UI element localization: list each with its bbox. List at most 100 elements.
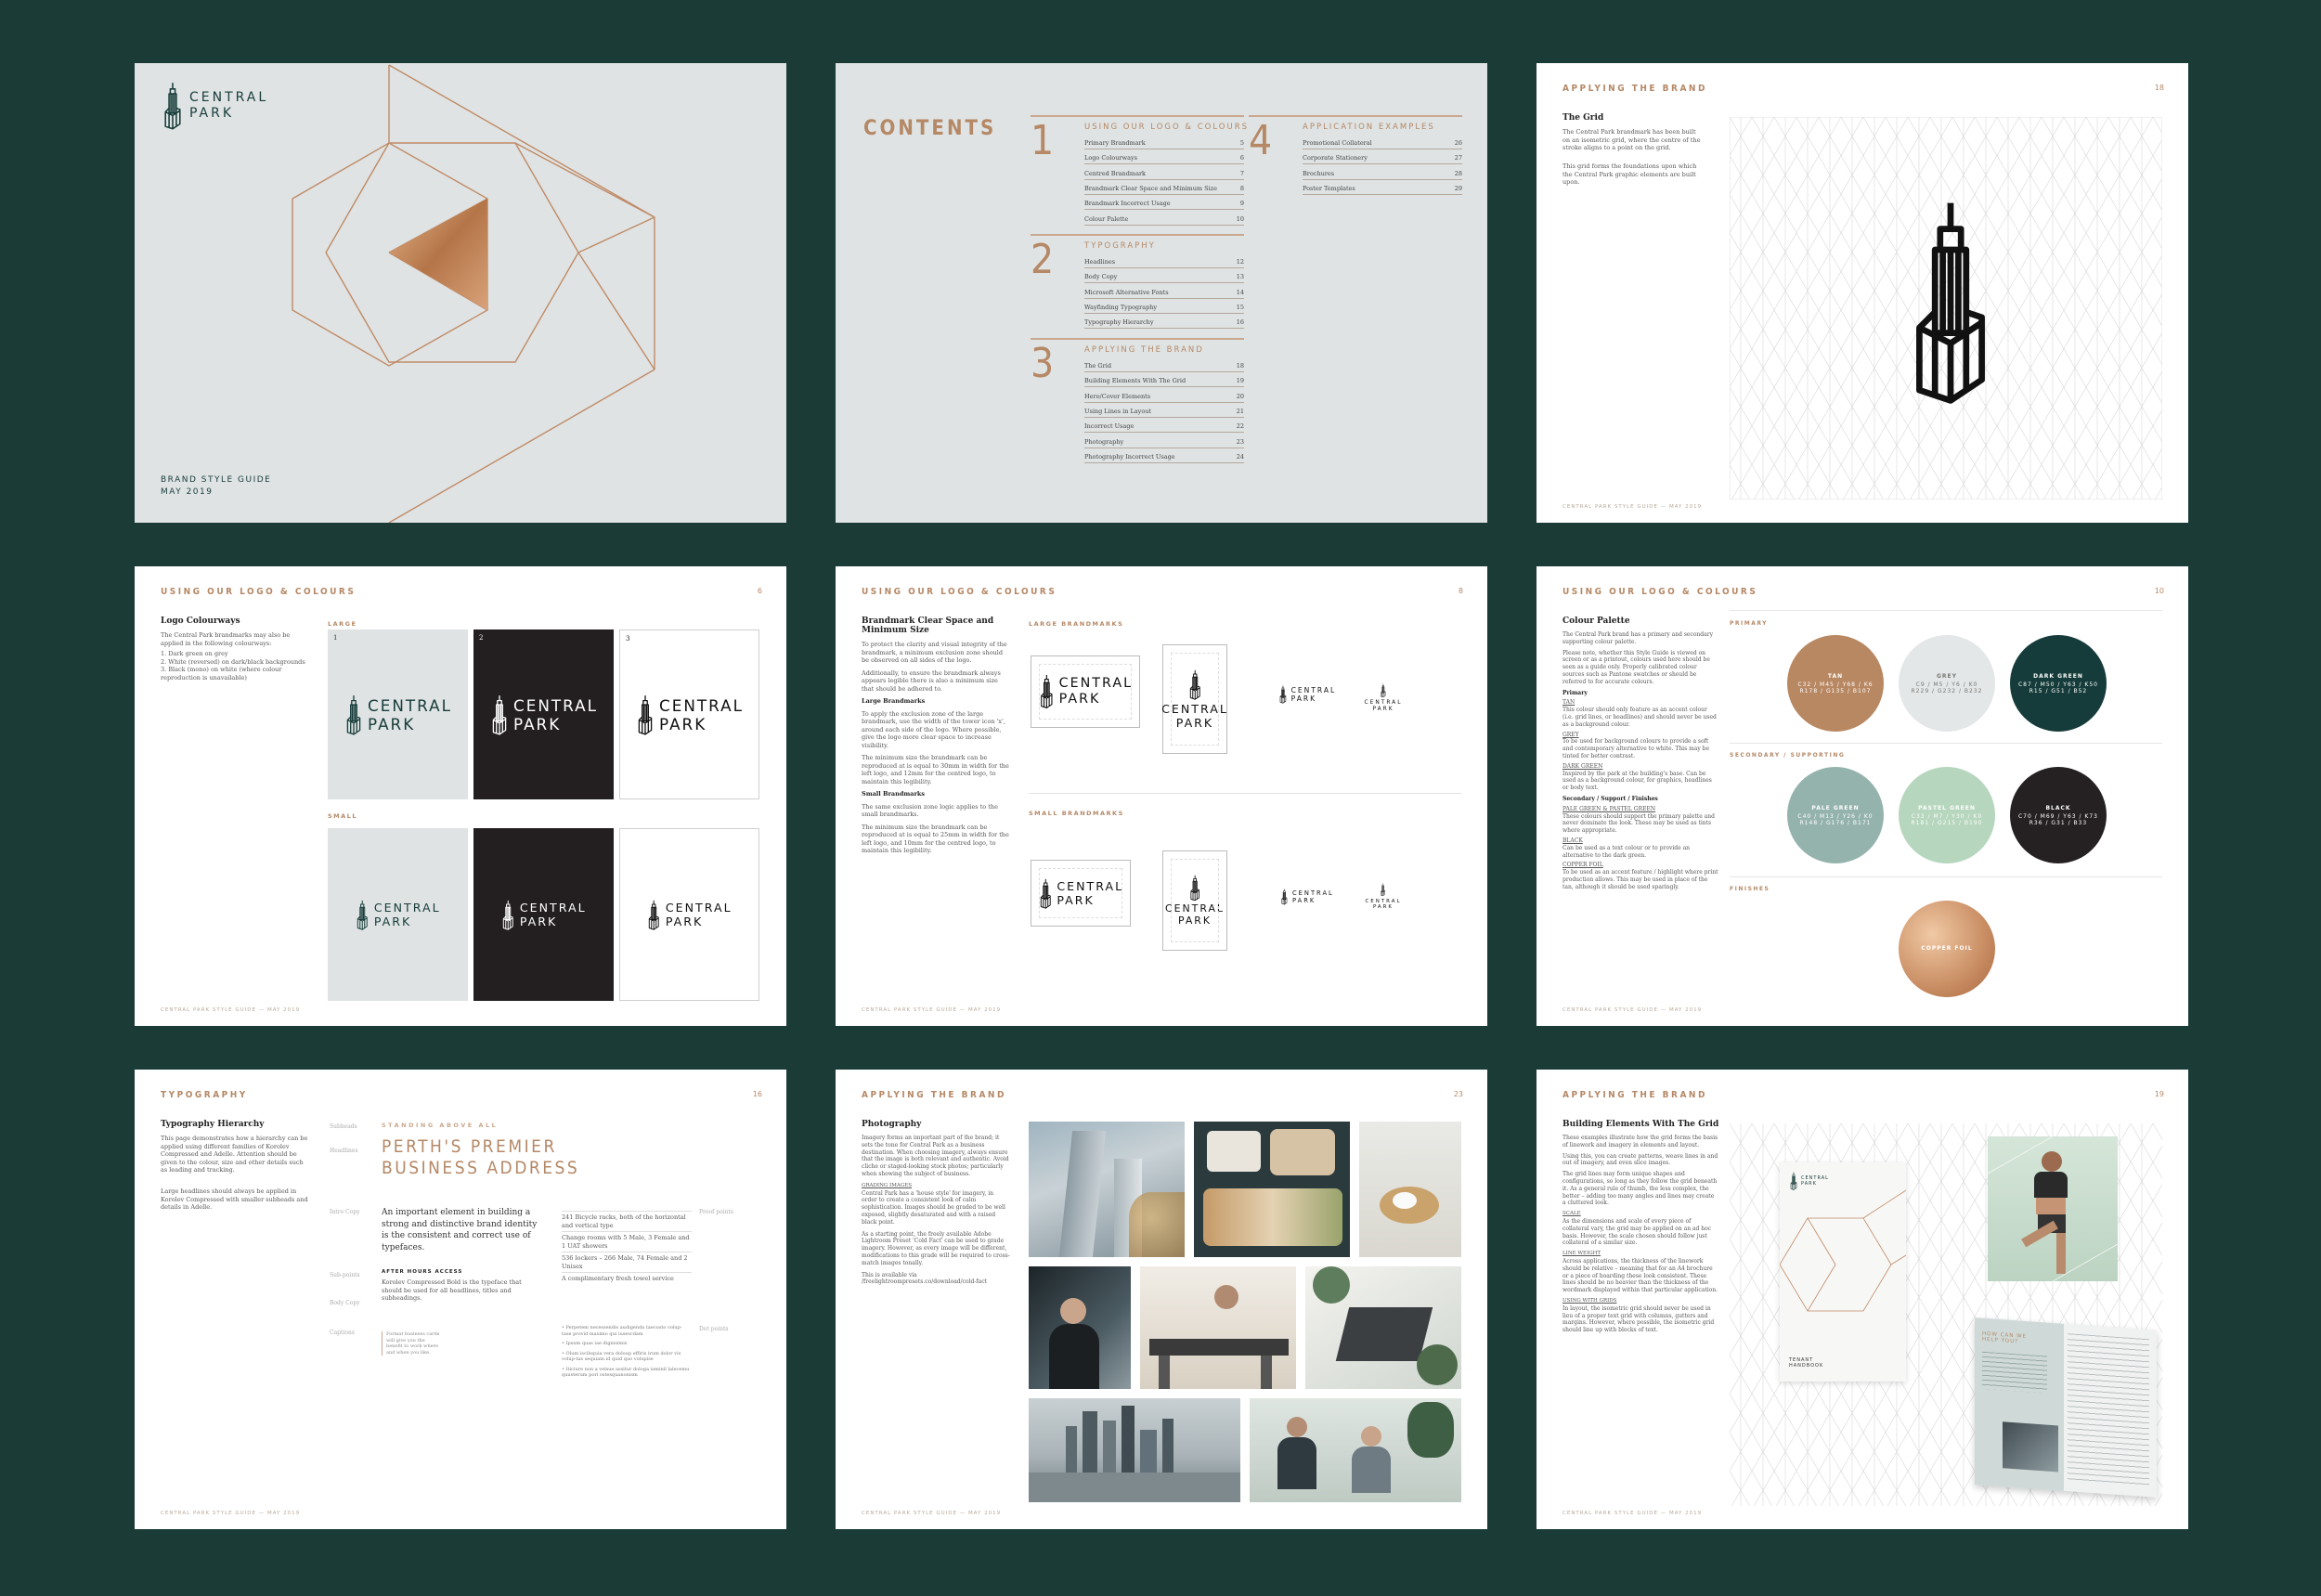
contents-item[interactable]: Microsoft Alternative Fonts 14 [1084, 289, 1244, 299]
paragraph: Please note, whether this Style Guide is… [1562, 649, 1710, 685]
page-footer: CENTRAL PARK STYLE GUIDE — MAY 2019 [1562, 504, 1703, 510]
colour-swatch: BLACK C70 / M69 / Y63 / K73 R36 / G31 / B3… [2010, 767, 2107, 863]
sample-body: Korolev Compressed Bold is the typeface … [382, 1278, 522, 1302]
contents-page: CONTENTS 1 USING OUR LOGO & COLOURS Primar… [836, 63, 1487, 523]
colour-swatch: GREY C9 / M5 / Y6 / K0 R229 / G232 / B232 [1899, 635, 1995, 732]
clearspace-logo-frame: CENTRAL PARK [1365, 676, 1402, 720]
subheading: GRADING IMAGES [862, 1182, 912, 1188]
brochure-title: TENANT HANDBOOK [1789, 1357, 1824, 1369]
dot-points-label: Dot points [699, 1326, 729, 1332]
contents-item[interactable]: Poster Templates 29 [1303, 185, 1462, 195]
poster-mockup [1988, 1136, 2118, 1281]
list-item: 536 lockers – 266 Male, 74 Female and 2 … [562, 1252, 692, 1272]
page-number: 6 [757, 587, 762, 595]
cover-page: CENTRAL PARK BRAND STYLE GUIDE MAY 2019 [135, 63, 786, 523]
section-heading: TYPOGRAPHY [1084, 241, 1156, 251]
contents-item-title: Brochures [1303, 169, 1335, 177]
colour-swatch: PASTEL GREEN C33 / M7 / Y30 / K0 R181 / G2… [1899, 767, 1995, 863]
logo-wordmark: CENTRAL PARK [1292, 889, 1334, 904]
clearspace-logo-frame: CENTRAL PARK [1365, 875, 1402, 919]
photography-text: Imagery forms an important part of the b… [862, 1135, 1010, 1286]
tile-number: 3 [626, 635, 630, 642]
logo-line: PARK [665, 915, 704, 928]
contents-item[interactable]: Photography Incorrect Usage 24 [1084, 453, 1244, 463]
tower-icon [355, 900, 370, 930]
brochure-mockup: CENTRAL PARK TENANT HANDBOOK [1780, 1162, 1906, 1382]
contents-item[interactable]: Colour Palette 10 [1084, 215, 1244, 226]
central-park-logo: CENTRAL PARK [1278, 685, 1337, 704]
section-number: 4 [1249, 117, 1273, 164]
contents-item[interactable]: Body Copy 13 [1084, 273, 1244, 284]
photo-businessman [1029, 1266, 1131, 1389]
contents-item[interactable]: Promotional Collateral 26 [1303, 139, 1462, 149]
contents-item[interactable]: Photography 23 [1084, 438, 1244, 448]
contents-item-title: Centred Brandmark [1084, 169, 1146, 177]
contents-item-title: Photography [1084, 437, 1124, 446]
contents-item[interactable]: Corporate Stationery 27 [1303, 154, 1462, 165]
clearspace-logo-frame: CENTRAL PARK [1279, 676, 1335, 713]
contents-item-title: Primary Brandmark [1084, 139, 1146, 147]
contents-item[interactable]: Centred Brandmark 7 [1084, 170, 1244, 180]
list-item: 3. Black (mono) on white (where colour r… [161, 666, 282, 681]
tile-number: 1 [333, 634, 338, 642]
contents-item[interactable]: Brandmark Incorrect Usage 9 [1084, 200, 1244, 211]
swatch-cmyk: C87 / M50 / Y63 / K50 [2017, 681, 2098, 688]
logo-line: PARK [1175, 715, 1214, 730]
contents-item[interactable]: Headlines 12 [1084, 258, 1244, 268]
contents-item[interactable]: Brochures 28 [1303, 170, 1462, 180]
page-header: USING OUR LOGO & COLOURS [1562, 587, 1758, 597]
section-number: 3 [1031, 340, 1055, 387]
section-title: Building Elements With The Grid [1562, 1120, 1719, 1129]
large-brandmarks-label: LARGE BRANDMARKS [1029, 620, 1124, 628]
contents-item[interactable]: Building Elements With The Grid 19 [1084, 377, 1244, 388]
logo-line: PARK [1372, 904, 1394, 911]
tower-icon [489, 694, 510, 735]
central-park-logo: CENTRAL PARK [1366, 883, 1402, 910]
contents-item[interactable]: The Grid 18 [1084, 362, 1244, 372]
logo-wordmark: CENTRAL PARK [1365, 700, 1403, 713]
contents-item-page: 18 [1236, 362, 1244, 370]
contents-item[interactable]: Using Lines in Layout 21 [1084, 408, 1244, 418]
paragraph: The same exclusion zone logic applies to… [862, 802, 998, 819]
contents-item-title: Microsoft Alternative Fonts [1084, 288, 1169, 296]
tower-icon [1899, 198, 2003, 406]
contents-item[interactable]: Logo Colourways 6 [1084, 154, 1244, 165]
contents-item-title: Hero/Cover Elements [1084, 392, 1151, 400]
cover-line-2: MAY 2019 [161, 487, 214, 497]
contents-item-page: 5 [1239, 139, 1244, 147]
contents-item-page: 19 [1236, 377, 1244, 385]
logo-wordmark: CENTRAL PARK [513, 696, 598, 733]
logo-line: CENTRAL [513, 695, 598, 715]
photography-page: APPLYING THE BRAND 23 Photography Imager… [836, 1070, 1487, 1529]
logo-line: PARK [1291, 897, 1316, 904]
contents-item[interactable]: Incorrect Usage 22 [1084, 422, 1244, 434]
swatch-name: PASTEL GREEN [1918, 804, 1976, 811]
swatch-cmyk: C33 / M7 / Y30 / K0 [1911, 812, 1983, 820]
divider [1730, 610, 2162, 611]
section-title: The Grid [1562, 113, 1604, 123]
colourways-page: USING OUR LOGO & COLOURS 6 Logo Colourwa… [135, 566, 786, 1026]
cover-hexagon-graphic [292, 64, 655, 523]
page-footer: CENTRAL PARK STYLE GUIDE — MAY 2019 [862, 1511, 1002, 1516]
hierarchy-label: Body Copy [330, 1300, 360, 1306]
paragraph: The grid lines may form unique shapes an… [1562, 1171, 1718, 1207]
contents-item[interactable]: Wayfinding Typography 15 [1084, 304, 1244, 314]
central-park-logo: CENTRAL PARK [500, 900, 586, 930]
dot-text: Iticiure non a velsue assitur dologa iam… [562, 1366, 690, 1379]
swatch-name: DARK GREEN [2033, 672, 2083, 680]
logo-wordmark: CENTRAL PARK [1057, 879, 1123, 907]
contents-item[interactable]: Typography Hierarchy 16 [1084, 318, 1244, 330]
tower-icon [1380, 683, 1387, 697]
building-text: These examples illustrate how the grid f… [1562, 1135, 1718, 1334]
contents-item[interactable]: Brandmark Clear Space and Minimum Size 8 [1084, 185, 1244, 195]
contents-item[interactable]: Primary Brandmark 5 [1084, 139, 1244, 149]
photo-skyscrapers [1029, 1122, 1185, 1257]
paragraph: To protect the clarity and visual integr… [862, 641, 1007, 664]
paragraph: To apply the exclusion zone of the large… [862, 709, 1005, 749]
subheading: Secondary / Support / Finishes [1562, 795, 1658, 802]
paragraph: Across applications, the thickness of th… [1562, 1257, 1718, 1294]
paragraph: As the dimensions and scale of every pie… [1562, 1217, 1712, 1247]
logo-wordmark: CENTRAL PARK [666, 901, 733, 928]
tower-icon [1188, 875, 1201, 902]
contents-item[interactable]: Hero/Cover Elements 20 [1084, 393, 1244, 403]
